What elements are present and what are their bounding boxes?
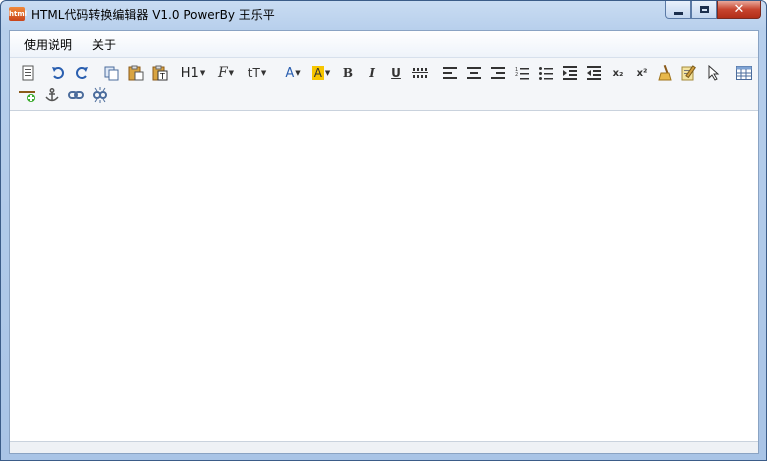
copy-icon bbox=[104, 66, 119, 81]
svg-text:2: 2 bbox=[515, 72, 518, 78]
client-area: 使用说明 关于 T H1 ▼ F ▼ tT ▼ A ▼ A ▼ B I U 1 … bbox=[9, 30, 759, 454]
link-button[interactable] bbox=[66, 85, 86, 105]
anchor-icon bbox=[45, 88, 59, 102]
menu-about[interactable]: 关于 bbox=[92, 36, 116, 53]
app-window: html HTML代码转换编辑器 V1.0 PowerBy 王乐平 ✕ 使用说明… bbox=[0, 0, 767, 461]
subscript-button[interactable]: x₂ bbox=[608, 63, 628, 83]
highlight-color-button[interactable]: A ▼ bbox=[308, 63, 334, 83]
italic-button[interactable]: I bbox=[362, 63, 382, 83]
table-icon bbox=[736, 66, 752, 80]
align-left-icon bbox=[443, 67, 457, 79]
toolbar: T H1 ▼ F ▼ tT ▼ A ▼ A ▼ B I U 1 2 x₂ x² bbox=[10, 58, 758, 111]
copy-button[interactable] bbox=[102, 63, 122, 83]
status-bar bbox=[10, 442, 758, 453]
indent-icon bbox=[563, 66, 577, 80]
bold-button[interactable]: B bbox=[338, 63, 358, 83]
align-left-button[interactable] bbox=[440, 63, 460, 83]
editor-area[interactable] bbox=[10, 111, 758, 442]
unlink-icon bbox=[93, 87, 107, 103]
text-color-button[interactable]: A ▼ bbox=[280, 63, 306, 83]
underline-label: U bbox=[391, 66, 401, 80]
redo-button[interactable] bbox=[72, 63, 92, 83]
minimize-button[interactable] bbox=[665, 1, 691, 19]
superscript-button[interactable]: x² bbox=[632, 63, 652, 83]
paste-text-icon: T bbox=[152, 65, 168, 81]
maximize-button[interactable] bbox=[691, 1, 717, 19]
indent-button[interactable] bbox=[560, 63, 580, 83]
underline-button[interactable]: U bbox=[386, 63, 406, 83]
chevron-down-icon: ▼ bbox=[324, 69, 331, 77]
menu-bar: 使用说明 关于 bbox=[10, 31, 758, 58]
outdent-icon bbox=[587, 66, 601, 80]
heading-label: H1 bbox=[180, 65, 199, 81]
text-color-label: A bbox=[285, 65, 295, 81]
horizontal-rule-button[interactable] bbox=[18, 85, 38, 105]
undo-button[interactable] bbox=[48, 63, 68, 83]
broom-icon bbox=[658, 65, 672, 81]
redo-icon bbox=[76, 67, 88, 79]
size-label: tT bbox=[247, 66, 260, 80]
cursor-icon bbox=[708, 65, 720, 81]
font-family-dropdown[interactable]: F ▼ bbox=[213, 63, 239, 83]
chevron-down-icon: ▼ bbox=[199, 69, 206, 77]
heading-dropdown[interactable]: H1 ▼ bbox=[180, 63, 206, 83]
edit-document-icon bbox=[681, 65, 696, 81]
unordered-list-icon bbox=[539, 67, 553, 80]
font-size-dropdown[interactable]: tT ▼ bbox=[244, 63, 270, 83]
ordered-list-button[interactable]: 12 bbox=[512, 63, 532, 83]
unlink-button[interactable] bbox=[90, 85, 110, 105]
strikethrough-icon bbox=[412, 68, 428, 78]
strikethrough-button[interactable] bbox=[410, 63, 430, 83]
insert-table-button[interactable] bbox=[734, 63, 754, 83]
svg-text:T: T bbox=[159, 72, 165, 81]
bold-label: B bbox=[342, 66, 354, 80]
align-right-button[interactable] bbox=[488, 63, 508, 83]
superscript-label: x² bbox=[636, 67, 648, 79]
close-icon: ✕ bbox=[733, 2, 745, 17]
maximize-icon bbox=[699, 6, 709, 13]
link-icon bbox=[68, 91, 84, 99]
title-bar[interactable]: html HTML代码转换编辑器 V1.0 PowerBy 王乐平 ✕ bbox=[1, 1, 766, 27]
select-all-button[interactable] bbox=[704, 63, 724, 83]
anchor-button[interactable] bbox=[42, 85, 62, 105]
app-icon: html bbox=[9, 7, 27, 21]
chevron-down-icon: ▼ bbox=[228, 69, 235, 77]
minimize-icon bbox=[673, 12, 683, 15]
highlight-label: A bbox=[311, 66, 324, 80]
menu-help[interactable]: 使用说明 bbox=[24, 36, 72, 53]
outdent-button[interactable] bbox=[584, 63, 604, 83]
unordered-list-button[interactable] bbox=[536, 63, 556, 83]
paste-icon bbox=[128, 65, 144, 81]
subscript-label: x₂ bbox=[612, 67, 624, 79]
close-button[interactable]: ✕ bbox=[717, 1, 761, 19]
insert-html-button[interactable] bbox=[680, 63, 700, 83]
ordered-list-icon: 12 bbox=[515, 67, 529, 80]
horizontal-rule-plus-icon bbox=[19, 91, 35, 102]
chevron-down-icon: ▼ bbox=[260, 69, 267, 77]
window-title: HTML代码转换编辑器 V1.0 PowerBy 王乐平 bbox=[31, 8, 275, 22]
align-center-button[interactable] bbox=[464, 63, 484, 83]
source-button[interactable] bbox=[18, 63, 38, 83]
chevron-down-icon: ▼ bbox=[295, 69, 301, 77]
window-controls: ✕ bbox=[665, 1, 761, 20]
clear-format-button[interactable] bbox=[656, 63, 676, 83]
paste-button[interactable] bbox=[126, 63, 146, 83]
paste-text-button[interactable]: T bbox=[150, 63, 170, 83]
italic-label: I bbox=[369, 66, 375, 80]
font-label: F bbox=[217, 65, 228, 81]
align-right-icon bbox=[491, 67, 505, 79]
align-center-icon bbox=[467, 67, 481, 79]
undo-icon bbox=[52, 67, 64, 79]
source-icon bbox=[22, 65, 34, 81]
